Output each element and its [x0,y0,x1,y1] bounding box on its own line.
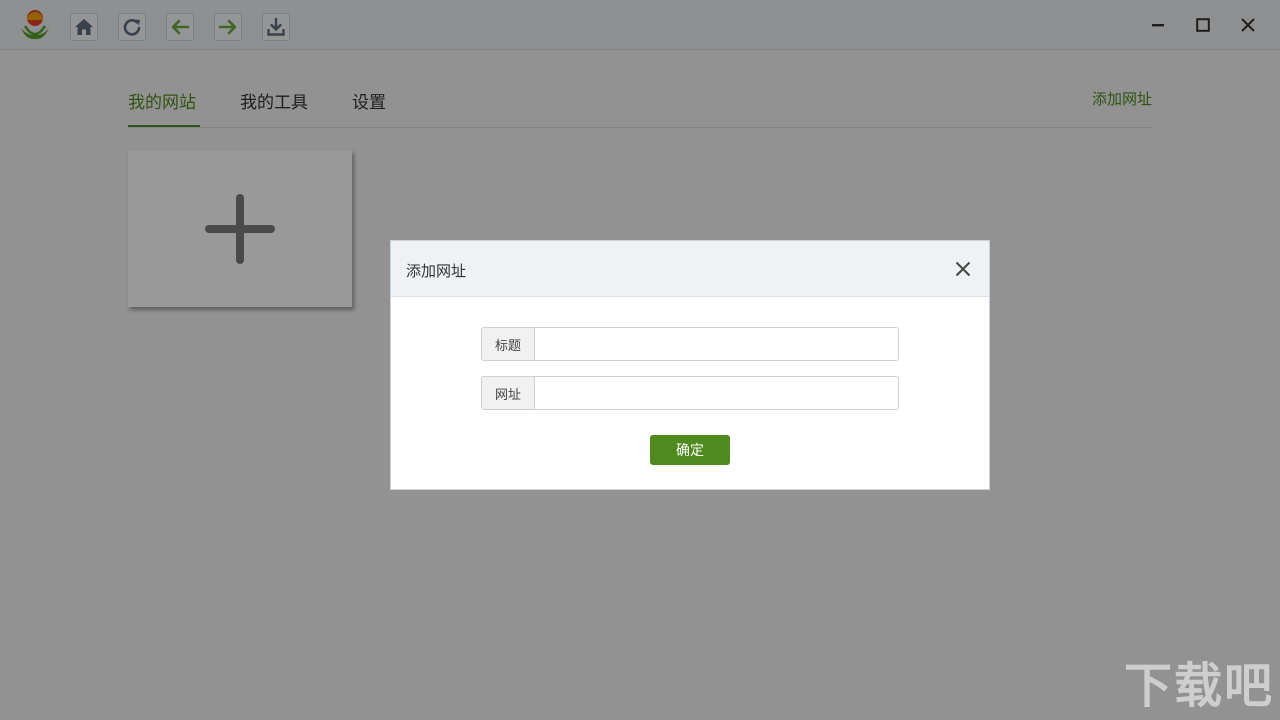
url-field-group: 网址 [481,376,899,410]
dialog-title: 添加网址 [406,262,467,280]
watermark: 下载吧 [1123,658,1274,714]
url-field-label: 网址 [482,377,535,409]
add-url-dialog: 添加网址 标题 网址 确定 [390,240,990,490]
title-field-group: 标题 [481,327,899,361]
close-icon [955,261,971,277]
url-input[interactable] [536,377,898,409]
confirm-button[interactable]: 确定 [650,435,730,465]
title-field-label: 标题 [482,328,535,360]
dialog-header: 添加网址 [391,241,989,297]
dialog-close-button[interactable] [951,257,975,281]
title-input[interactable] [536,328,898,360]
